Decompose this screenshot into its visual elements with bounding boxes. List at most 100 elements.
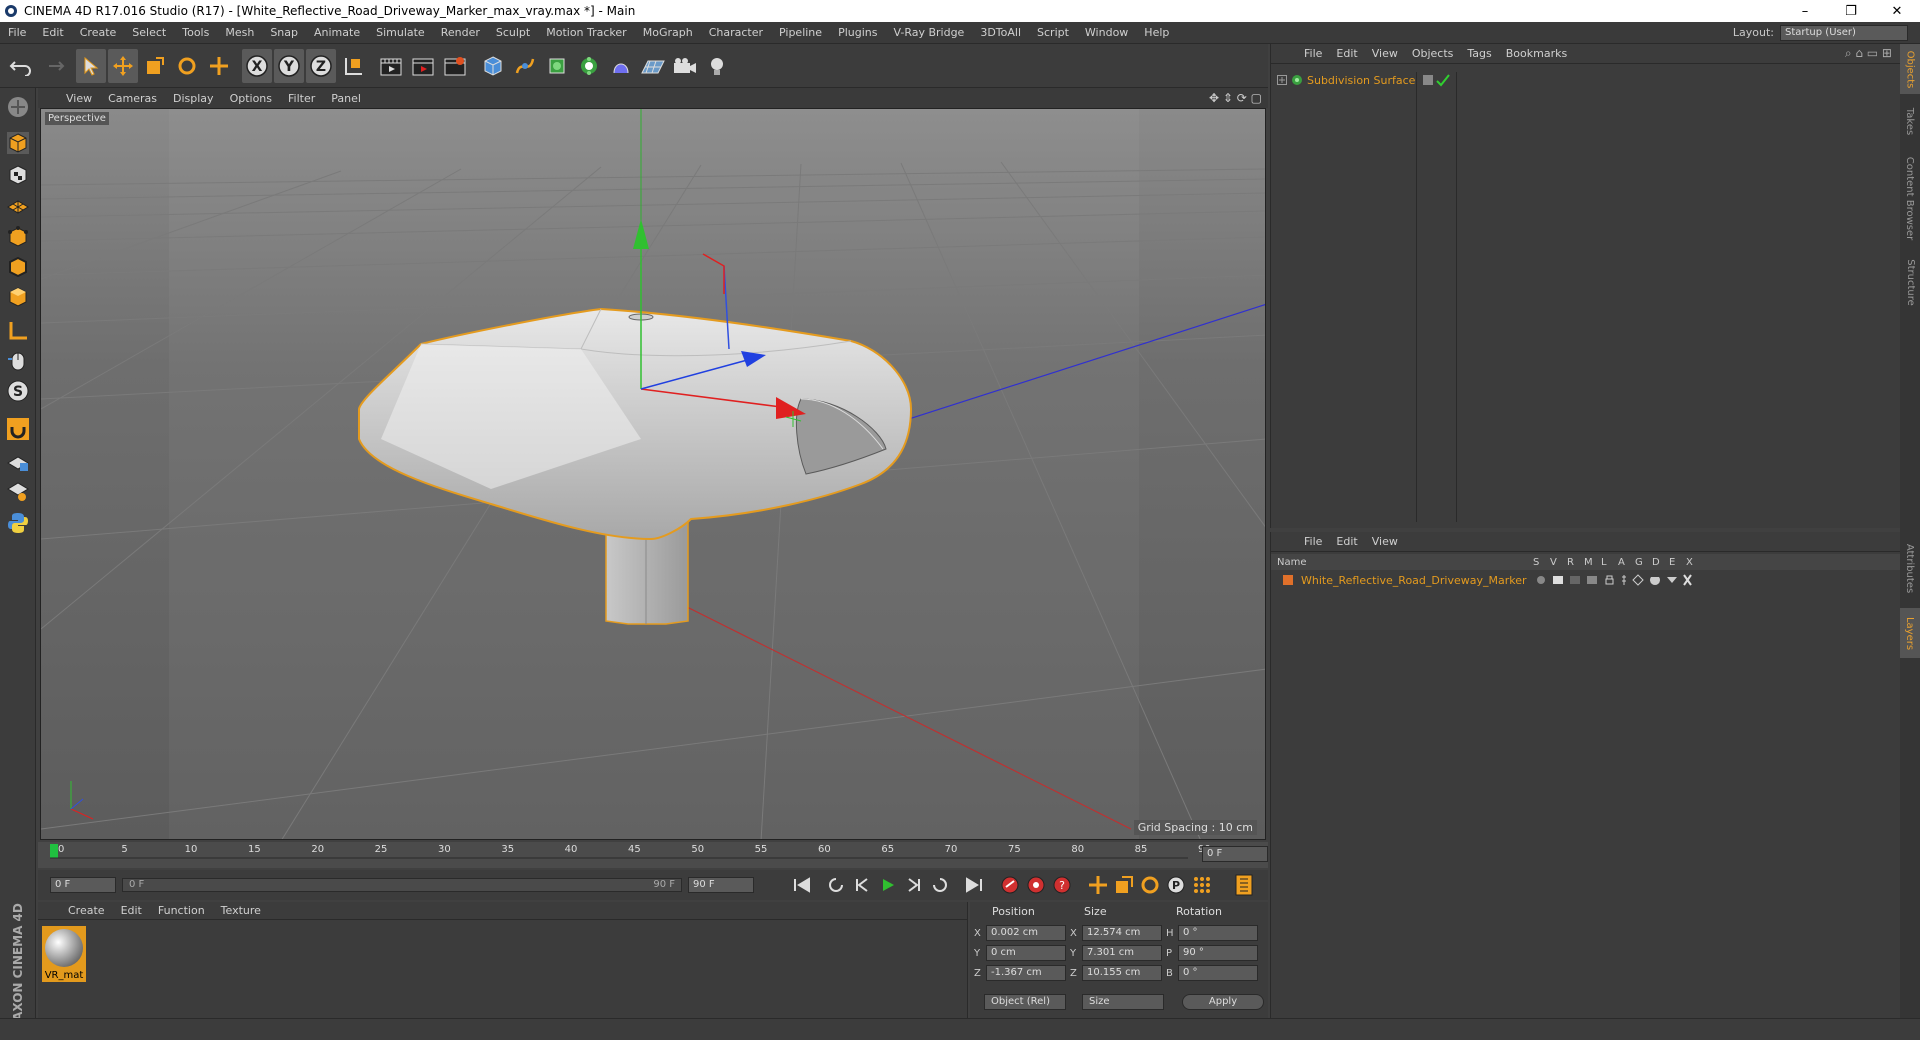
menu-vray-bridge[interactable]: V-Ray Bridge bbox=[885, 26, 972, 39]
move-tool-icon[interactable] bbox=[108, 48, 138, 83]
magnet-icon[interactable] bbox=[3, 414, 33, 444]
tab-layers[interactable]: Layers bbox=[1900, 608, 1920, 658]
menu-mograph[interactable]: MoGraph bbox=[635, 26, 701, 39]
tab-attributes[interactable]: Attributes bbox=[1900, 532, 1920, 604]
restore-button[interactable]: ❐ bbox=[1828, 0, 1874, 22]
make-editable-icon[interactable] bbox=[3, 92, 33, 122]
previous-frame-icon[interactable] bbox=[850, 873, 874, 897]
menu-simulate[interactable]: Simulate bbox=[368, 26, 433, 39]
subdivision-surface-icon[interactable] bbox=[542, 49, 572, 83]
texture-mode-icon[interactable] bbox=[3, 160, 33, 190]
layers-menu-edit[interactable]: Edit bbox=[1329, 535, 1364, 548]
viewport-menu-display[interactable]: Display bbox=[165, 92, 222, 105]
size-x-field[interactable]: 12.574 cm bbox=[1082, 925, 1162, 941]
objects-menu-file[interactable]: File bbox=[1297, 47, 1329, 60]
objects-menu-objects[interactable]: Objects bbox=[1405, 47, 1461, 60]
pen-spline-icon[interactable] bbox=[510, 49, 540, 83]
floor-object-icon[interactable] bbox=[638, 49, 668, 83]
planar-workplane-icon[interactable] bbox=[3, 476, 33, 506]
loop-icon[interactable] bbox=[824, 873, 848, 897]
start-frame-field[interactable]: 0 F bbox=[50, 877, 116, 893]
layer-toggle-icons[interactable] bbox=[1533, 573, 1723, 587]
menu-select[interactable]: Select bbox=[124, 26, 174, 39]
viewport-nav-icons[interactable]: ✥ ⇕ ⟳ ▢ bbox=[1209, 91, 1262, 105]
render-picture-viewer-icon[interactable] bbox=[408, 49, 438, 83]
camera-icon[interactable] bbox=[670, 49, 700, 83]
redo-icon[interactable] bbox=[38, 49, 68, 83]
cloner-icon[interactable] bbox=[574, 49, 604, 83]
go-to-end-icon[interactable] bbox=[962, 873, 986, 897]
next-frame-icon[interactable] bbox=[902, 873, 926, 897]
position-x-field[interactable]: 0.002 cm bbox=[986, 925, 1066, 941]
render-view-icon[interactable] bbox=[376, 49, 406, 83]
model-mode-icon[interactable] bbox=[3, 128, 33, 158]
viewport-menu-options[interactable]: Options bbox=[222, 92, 280, 105]
tweak-mode-icon[interactable] bbox=[3, 346, 33, 376]
menu-script[interactable]: Script bbox=[1029, 26, 1077, 39]
tab-takes[interactable]: Takes bbox=[1900, 98, 1920, 144]
axis-mode-icon[interactable] bbox=[3, 316, 33, 346]
perspective-viewport[interactable]: Perspective Grid Spacing : 10 cm bbox=[40, 108, 1266, 840]
layout-dropdown[interactable]: Startup (User) bbox=[1780, 24, 1908, 41]
viewport-scene[interactable] bbox=[41, 109, 1266, 840]
position-y-field[interactable]: 0 cm bbox=[986, 945, 1066, 961]
layer-row[interactable]: White_Reflective_Road_Driveway_Marker bbox=[1271, 572, 1901, 588]
python-icon[interactable] bbox=[3, 508, 33, 538]
layers-menu-view[interactable]: View bbox=[1365, 535, 1405, 548]
menu-edit[interactable]: Edit bbox=[34, 26, 71, 39]
menu-pipeline[interactable]: Pipeline bbox=[771, 26, 830, 39]
menu-file[interactable]: File bbox=[0, 26, 34, 39]
key-parameter-icon[interactable]: P bbox=[1164, 873, 1188, 897]
size-y-field[interactable]: 7.301 cm bbox=[1082, 945, 1162, 961]
rotation-p-field[interactable]: 90 ° bbox=[1178, 945, 1258, 961]
viewport-menu-panel[interactable]: Panel bbox=[323, 92, 369, 105]
viewport-menu-filter[interactable]: Filter bbox=[280, 92, 323, 105]
menu-character[interactable]: Character bbox=[701, 26, 771, 39]
menu-sculpt[interactable]: Sculpt bbox=[488, 26, 538, 39]
close-button[interactable]: ✕ bbox=[1874, 0, 1920, 22]
autokey-icon[interactable] bbox=[1024, 873, 1048, 897]
position-z-field[interactable]: -1.367 cm bbox=[986, 965, 1066, 981]
coordinate-mode-dropdown[interactable]: Object (Rel) bbox=[984, 994, 1066, 1010]
apply-button[interactable]: Apply bbox=[1182, 994, 1264, 1010]
keyframe-selection-icon[interactable]: ? bbox=[1050, 873, 1074, 897]
coordinate-system-icon[interactable] bbox=[338, 49, 368, 83]
render-settings-icon[interactable] bbox=[440, 49, 470, 83]
timeline-window-icon[interactable] bbox=[1232, 873, 1256, 897]
size-mode-dropdown[interactable]: Size bbox=[1082, 994, 1164, 1010]
viewport-menu-cameras[interactable]: Cameras bbox=[100, 92, 165, 105]
points-mode-icon[interactable] bbox=[3, 222, 33, 252]
rotation-h-field[interactable]: 0 ° bbox=[1178, 925, 1258, 941]
menu-help[interactable]: Help bbox=[1136, 26, 1177, 39]
menu-motion-tracker[interactable]: Motion Tracker bbox=[538, 26, 634, 39]
key-pla-icon[interactable] bbox=[1190, 873, 1214, 897]
tab-objects[interactable]: Objects bbox=[1900, 44, 1920, 94]
objects-search-icon[interactable]: ⌕ ⌂ ▭ ⊞ bbox=[1845, 46, 1892, 61]
size-z-field[interactable]: 10.155 cm bbox=[1082, 965, 1162, 981]
tree-item-subdivision-surface[interactable]: Subdivision Surface bbox=[1277, 72, 1415, 88]
layers-menu-file[interactable]: File bbox=[1297, 535, 1329, 548]
viewport-menu-view[interactable]: View bbox=[58, 92, 100, 105]
playhead-marker[interactable] bbox=[50, 844, 58, 858]
key-scale-icon[interactable] bbox=[1112, 873, 1136, 897]
light-icon[interactable] bbox=[702, 49, 732, 83]
workplane-icon[interactable] bbox=[3, 190, 33, 220]
preview-range-slider[interactable]: 0 F 90 F bbox=[122, 878, 682, 892]
current-frame-field[interactable]: 0 F bbox=[1202, 846, 1268, 862]
live-selection-icon[interactable] bbox=[76, 48, 106, 83]
menu-create[interactable]: Create bbox=[72, 26, 125, 39]
objects-menu-tags[interactable]: Tags bbox=[1460, 47, 1498, 60]
material-menu-create[interactable]: Create bbox=[60, 904, 113, 917]
y-axis-lock-icon[interactable]: Y bbox=[274, 48, 304, 83]
record-keyframe-icon[interactable] bbox=[998, 873, 1022, 897]
timeline-ruler[interactable]: 051015202530354045505560657075808590 0 F bbox=[38, 842, 1268, 868]
material-menu-function[interactable]: Function bbox=[150, 904, 213, 917]
deformer-icon[interactable] bbox=[606, 49, 636, 83]
scale-tool-icon[interactable] bbox=[140, 49, 170, 83]
menu-tools[interactable]: Tools bbox=[174, 26, 217, 39]
loop-forward-icon[interactable] bbox=[928, 873, 952, 897]
tab-content-browser[interactable]: Content Browser bbox=[1900, 148, 1920, 248]
key-rotation-icon[interactable] bbox=[1138, 873, 1162, 897]
go-to-start-icon[interactable] bbox=[790, 873, 814, 897]
menu-snap[interactable]: Snap bbox=[262, 26, 306, 39]
